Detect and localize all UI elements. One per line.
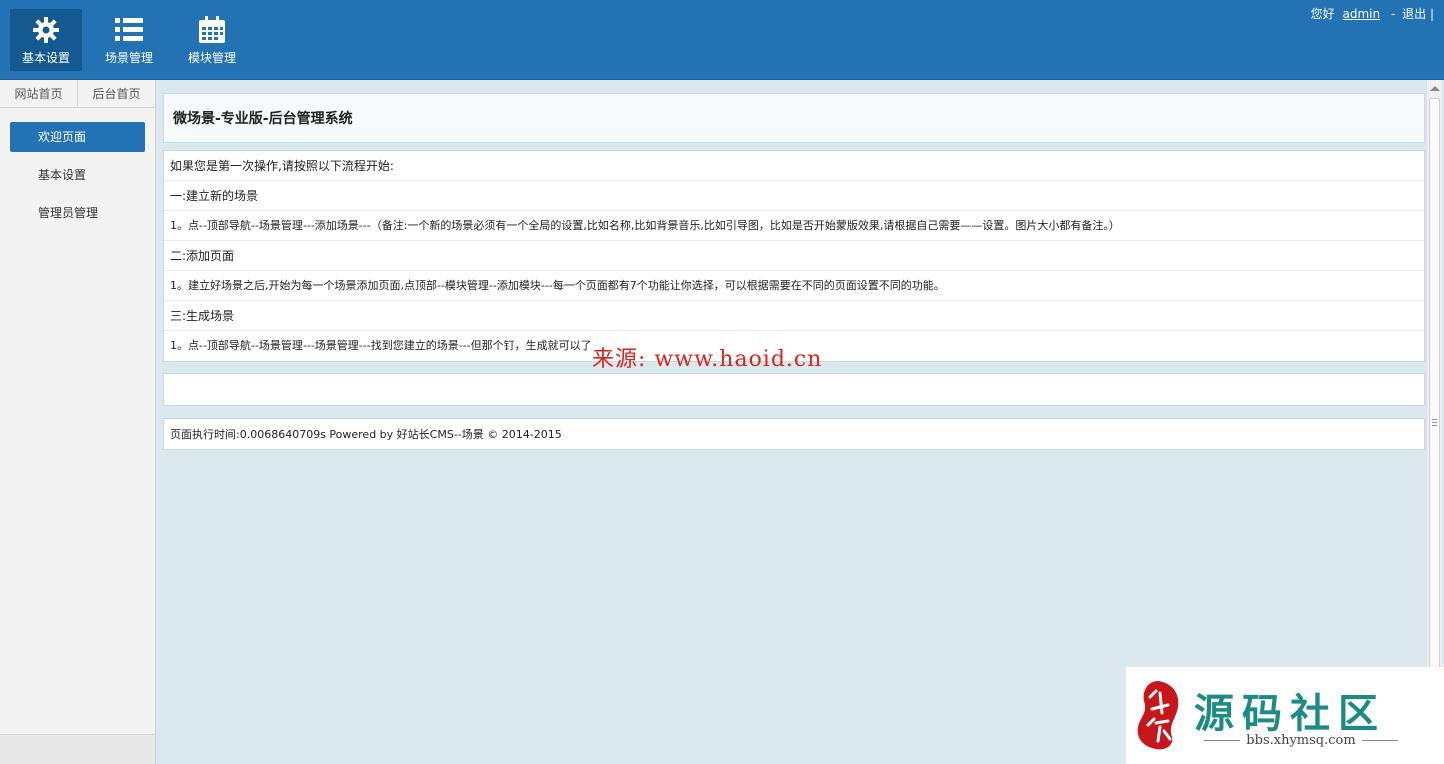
- logo-subtitle: bbs.xhymsq.com: [1192, 733, 1410, 748]
- empty-panel: [163, 373, 1425, 406]
- nav-scene-management[interactable]: 场景管理: [93, 9, 165, 71]
- instruction-row: 二:添加页面: [164, 241, 1424, 271]
- username-link[interactable]: admin: [1343, 7, 1381, 21]
- user-bar: 您好 admin - 退出 |: [1311, 5, 1434, 22]
- grip-icon: [1432, 419, 1437, 426]
- top-navigation-bar: 基本设置 场景管理 模块管理 您好 admin - 退出 |: [0, 0, 1444, 80]
- sidebar-item-admin-management[interactable]: 管理员管理: [10, 198, 145, 228]
- instruction-row: 一:建立新的场景: [164, 181, 1424, 211]
- left-sidebar: 网站首页 后台首页 欢迎页面 基本设置 管理员管理: [0, 80, 156, 764]
- nav-label: 模块管理: [187, 51, 236, 65]
- site-logo-badge: 源码社区 bbs.xhymsq.com: [1126, 667, 1444, 764]
- nav-module-management[interactable]: 模块管理: [176, 9, 248, 71]
- logout-link[interactable]: 退出: [1402, 7, 1426, 21]
- nav-label: 场景管理: [104, 51, 153, 65]
- instructions-panel: 如果您是第一次操作,请按照以下流程开始: 一:建立新的场景 1。点--顶部导航-…: [163, 150, 1425, 362]
- seal-logo-icon: [1137, 681, 1179, 750]
- gear-icon: [33, 17, 59, 43]
- list-icon: [115, 18, 143, 41]
- vertical-scrollbar[interactable]: [1426, 80, 1442, 764]
- sidebar-item-welcome[interactable]: 欢迎页面: [10, 122, 145, 152]
- nav-basic-settings[interactable]: 基本设置: [10, 9, 82, 71]
- sidebar-item-basic-settings[interactable]: 基本设置: [10, 160, 145, 190]
- instruction-row: 1。点--顶部导航--场景管理---添加场景---（备注:一个新的场景必须有一个…: [164, 211, 1424, 241]
- calendar-icon: [199, 16, 225, 43]
- instruction-row: 三:生成场景: [164, 301, 1424, 331]
- source-watermark: 来源: www.haoid.cn: [592, 347, 823, 372]
- scroll-thumb[interactable]: [1429, 98, 1440, 746]
- scroll-up-arrow-icon[interactable]: [1430, 86, 1440, 91]
- page-title: 微场景-专业版-后台管理系统: [173, 111, 353, 127]
- sidebar-footer: [0, 734, 155, 764]
- logo-title: 源码社区: [1194, 691, 1386, 737]
- instruction-row: 1。建立好场景之后,开始为每一个场景添加页面,点顶部--模块管理--添加模块--…: [164, 271, 1424, 301]
- page-footer: 页面执行时间:0.0068640709s Powered by 好站长CMS--…: [163, 418, 1425, 450]
- trailing-separator: |: [1429, 7, 1434, 21]
- title-panel: 微场景-专业版-后台管理系统: [163, 93, 1425, 143]
- separator: -: [1390, 7, 1396, 21]
- tab-admin-home[interactable]: 后台首页: [78, 80, 155, 107]
- nav-label: 基本设置: [21, 51, 70, 65]
- sidebar-tabs: 网站首页 后台首页: [0, 80, 155, 108]
- tab-site-home[interactable]: 网站首页: [0, 80, 78, 107]
- instruction-row: 如果您是第一次操作,请按照以下流程开始:: [164, 151, 1424, 181]
- greeting-text: 您好: [1310, 7, 1335, 21]
